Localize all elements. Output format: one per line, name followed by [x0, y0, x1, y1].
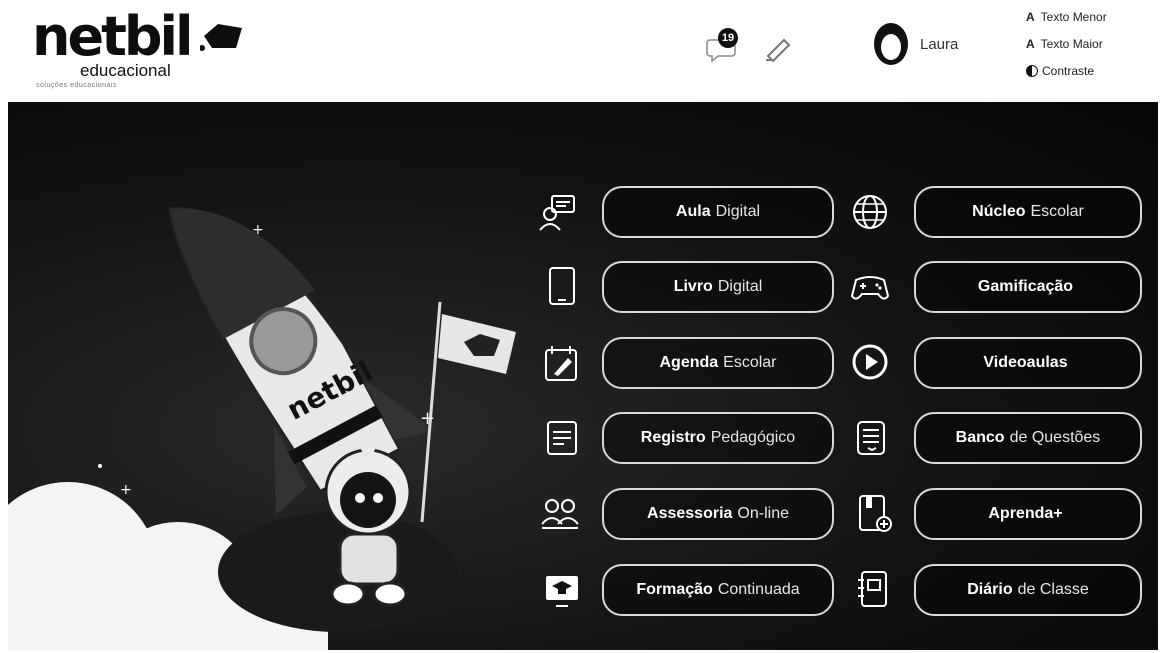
banco-de-questoes-button[interactable]: Banco de Questões — [914, 412, 1142, 464]
livro-digital-light-label: Digital — [717, 278, 763, 295]
assessoria-online-button[interactable]: Assessoria On-line — [602, 488, 834, 540]
diario-de-classe-bold-label: Diário — [967, 581, 1013, 598]
aula-digital-light-label: Digital — [715, 203, 761, 220]
registro-pedagogico-bold-label: Registro — [640, 429, 706, 446]
banco-de-questoes-light-label: de Questões — [1009, 429, 1101, 446]
user-name[interactable]: Laura — [920, 36, 958, 53]
aula-digital-button[interactable]: Aula Digital — [602, 186, 834, 238]
hero-panel: netbil + + + Aula Digital Livro Digital … — [8, 102, 1158, 650]
registro-pedagogico-light-label: Pedagógico — [710, 429, 796, 446]
banco-de-questoes-bold-label: Banco — [955, 429, 1005, 446]
text-larger-label: Texto Maior — [1040, 37, 1103, 51]
aprenda-mais-button[interactable]: Aprenda+ — [914, 488, 1142, 540]
svg-text:+: + — [120, 482, 132, 498]
notifications-button[interactable]: 19 — [706, 28, 740, 63]
text-smaller-button[interactable]: A Texto Menor — [1026, 10, 1107, 24]
svg-text:+: + — [420, 408, 435, 429]
globe-icon — [853, 195, 887, 229]
livro-digital-bold-label: Livro — [673, 278, 713, 295]
contrast-label: Contraste — [1042, 64, 1095, 78]
aprenda-mais-bold-label: Aprenda+ — [988, 505, 1063, 522]
assessoria-online-bold-label: Assessoria — [647, 505, 733, 522]
contrast-button[interactable]: Contraste — [1026, 64, 1094, 78]
notebook-icon — [858, 571, 887, 607]
agenda-escolar-bold-label: Agenda — [659, 354, 719, 371]
user-avatar[interactable] — [870, 22, 912, 68]
livro-digital-button[interactable]: Livro Digital — [602, 261, 834, 313]
document-icon — [547, 421, 577, 455]
agenda-escolar-button[interactable]: Agenda Escolar — [602, 337, 834, 389]
netbil-logo[interactable]: netbil educacional soluções educacionais — [32, 10, 242, 92]
gamificacao-bold-label: Gamificação — [977, 278, 1074, 295]
gamepad-icon — [850, 276, 890, 300]
gamificacao-button[interactable]: Gamificação — [914, 261, 1142, 313]
svg-text:+: + — [252, 222, 264, 238]
diario-de-classe-button[interactable]: Diário de Classe — [914, 564, 1142, 616]
play-icon — [852, 344, 888, 380]
font-decrease-icon: A — [1026, 10, 1035, 24]
text-larger-button[interactable]: A Texto Maior — [1026, 37, 1103, 51]
people-icon — [541, 499, 579, 529]
question-list-icon — [857, 421, 885, 455]
nucleo-escolar-button[interactable]: Núcleo Escolar — [914, 186, 1142, 238]
calendar-pencil-icon — [545, 346, 577, 381]
font-increase-icon: A — [1026, 37, 1035, 51]
graduation-screen-icon — [546, 576, 578, 607]
text-smaller-label: Texto Menor — [1040, 10, 1107, 24]
header: netbil educacional soluções educacionais… — [0, 0, 1160, 98]
formacao-continuada-light-label: Continuada — [717, 581, 800, 598]
logo-wordmark: netbil — [32, 5, 194, 68]
nucleo-escolar-light-label: Escolar — [1030, 203, 1084, 220]
rocket-astronaut-illustration: netbil + + + — [8, 207, 516, 650]
agenda-escolar-light-label: Escolar — [723, 354, 777, 371]
videoaulas-bold-label: Videoaulas — [983, 354, 1068, 371]
registro-pedagogico-button[interactable]: Registro Pedagógico — [602, 412, 834, 464]
logo-tag-icon — [200, 24, 242, 51]
formacao-continuada-bold-label: Formação — [636, 581, 713, 598]
videoaulas-button[interactable]: Videoaulas — [914, 337, 1142, 389]
tablet-icon — [549, 267, 575, 305]
diario-de-classe-light-label: de Classe — [1017, 581, 1089, 598]
logo-tagline: soluções educacionais — [36, 82, 117, 89]
chat-monitor-icon — [539, 195, 575, 231]
aula-digital-bold-label: Aula — [675, 203, 711, 220]
nucleo-escolar-bold-label: Núcleo — [972, 203, 1026, 220]
formacao-continuada-button[interactable]: Formação Continuada — [602, 564, 834, 616]
notification-count-badge: 19 — [718, 28, 738, 48]
assessoria-online-light-label: On-line — [737, 505, 789, 522]
logo-subtitle: educacional — [80, 61, 171, 80]
platform-shape — [218, 512, 458, 632]
contrast-icon — [1026, 65, 1038, 77]
pencil-edit-icon[interactable] — [762, 32, 796, 62]
book-plus-icon — [859, 495, 892, 532]
